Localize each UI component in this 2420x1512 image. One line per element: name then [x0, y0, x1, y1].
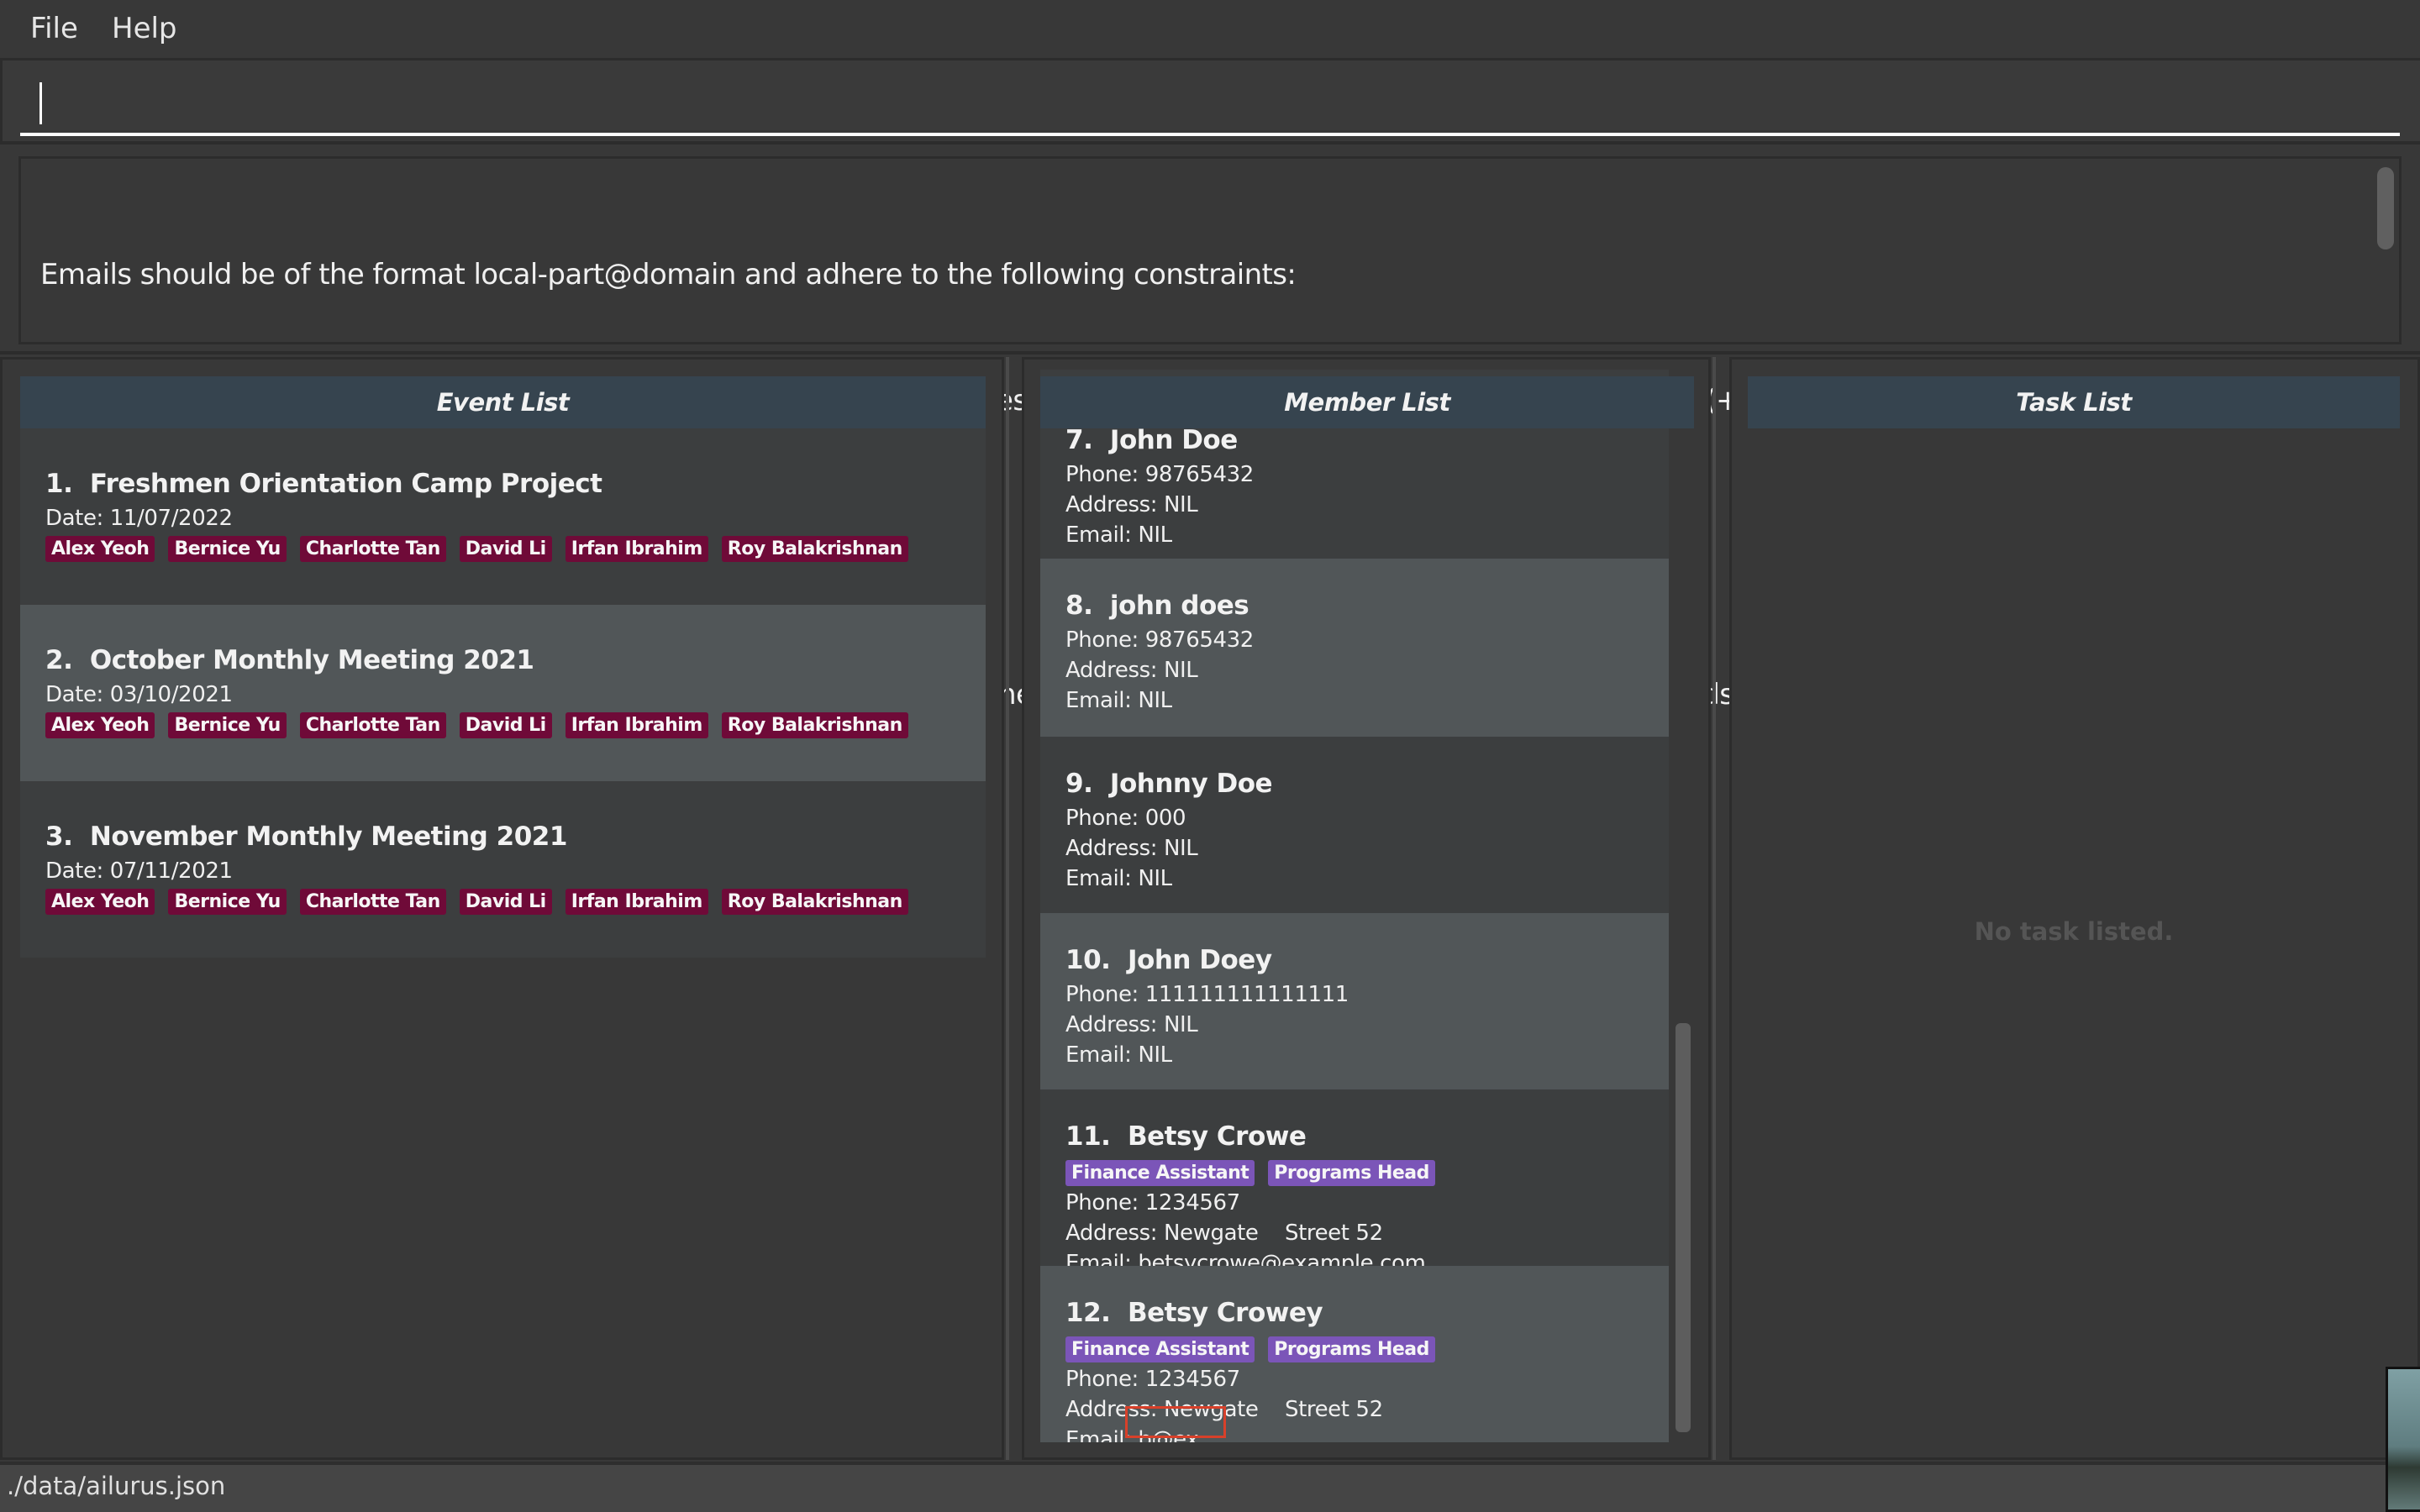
participant-tag: David Li — [459, 889, 552, 915]
result-scrollbar-thumb[interactable] — [2377, 167, 2394, 249]
member-card[interactable]: 10. John Doey Phone: 111111111111111 Addre… — [1040, 913, 1669, 1089]
participant-tag: Roy Balakrishnan — [721, 712, 908, 738]
participant-tag: Alex Yeoh — [45, 889, 155, 915]
event-card[interactable]: 2. October Monthly Meeting 2021 Date: 03/… — [20, 605, 986, 781]
member-email: Email: NIL — [1065, 688, 1172, 713]
member-list-header: Member List — [1040, 376, 1694, 428]
participant-tag: David Li — [459, 536, 552, 562]
member-address: Address: NIL — [1065, 1012, 1198, 1037]
member-card[interactable]: 8. john does Phone: 98765432 Address: NIL E… — [1040, 559, 1669, 737]
role-tag: Finance Assistant — [1065, 1160, 1255, 1186]
event-list-header: Event List — [20, 376, 986, 428]
role-tag: Programs Head — [1268, 1160, 1435, 1186]
window-preview-thumbnail[interactable] — [2386, 1367, 2420, 1512]
member-list-scrollbar-thumb[interactable] — [1676, 1023, 1691, 1432]
menu-help[interactable]: Help — [112, 12, 177, 45]
member-list: 7. John Doe Phone: 98765432 Address: NIL Em… — [1040, 370, 1669, 1442]
empty-task-message: No task listed. — [1974, 917, 2174, 946]
text-caret — [39, 82, 42, 124]
member-phone: Phone: 111111111111111 — [1065, 982, 1349, 1007]
panel-divider[interactable] — [1006, 357, 1009, 1460]
participant-tag: Bernice Yu — [168, 536, 287, 562]
task-list-panel — [1729, 357, 2420, 1460]
event-card[interactable]: 1. Freshmen Orientation Camp Project Date… — [20, 428, 986, 605]
member-card[interactable]: 9. Johnny Doe Phone: 000 Address: NIL Email… — [1040, 737, 1669, 913]
member-phone: Phone: 1234567 — [1065, 1190, 1240, 1215]
participant-tag: Charlotte Tan — [299, 712, 446, 738]
member-email: Email: NIL — [1065, 522, 1172, 548]
participant-tag: Irfan Ibrahim — [565, 536, 708, 562]
participant-tag: Bernice Yu — [168, 712, 287, 738]
member-name: 7. John Doe — [1065, 425, 1238, 455]
participant-tag: Alex Yeoh — [45, 712, 155, 738]
event-title: 2. October Monthly Meeting 2021 — [45, 645, 534, 675]
member-address: Address: Newgate Street 52 — [1065, 1221, 1383, 1246]
member-tags: Finance Assistant Programs Head — [1065, 1336, 1435, 1362]
result-line: Emails should be of the format local-par… — [40, 258, 1297, 291]
member-card[interactable]: 11. Betsy Crowe Finance Assistant Programs… — [1040, 1089, 1669, 1276]
member-tags: Finance Assistant Programs Head — [1065, 1160, 1435, 1186]
member-name: 9. Johnny Doe — [1065, 769, 1273, 799]
member-name: 12. Betsy Crowey — [1065, 1298, 1323, 1328]
event-date: Date: 11/07/2022 — [45, 506, 233, 531]
member-phone: Phone: 98765432 — [1065, 462, 1254, 487]
member-address: Address: NIL — [1065, 658, 1198, 683]
event-card[interactable]: 3. November Monthly Meeting 2021 Date: 07… — [20, 781, 986, 958]
participant-tag: Bernice Yu — [168, 889, 287, 915]
command-input[interactable] — [20, 71, 2400, 136]
member-phone: Phone: 000 — [1065, 806, 1186, 831]
member-phone: Phone: 1234567 — [1065, 1367, 1240, 1392]
member-phone: Phone: 98765432 — [1065, 627, 1254, 653]
participant-tag: Irfan Ibrahim — [565, 889, 708, 915]
participant-tag: Alex Yeoh — [45, 536, 155, 562]
member-name: 10. John Doey — [1065, 945, 1272, 975]
save-file-path: ./data/ailurus.json — [7, 1472, 226, 1500]
member-email: Email: NIL — [1065, 1042, 1172, 1068]
event-tags: Alex Yeoh Bernice Yu Charlotte Tan David Li… — [45, 536, 908, 562]
event-tags: Alex Yeoh Bernice Yu Charlotte Tan David Li… — [45, 889, 908, 915]
event-tags: Alex Yeoh Bernice Yu Charlotte Tan David Li… — [45, 712, 908, 738]
member-address: Address: NIL — [1065, 836, 1198, 861]
task-list-header: Task List — [1748, 376, 2400, 428]
participant-tag: Charlotte Tan — [299, 889, 446, 915]
invalid-email-highlight — [1125, 1406, 1226, 1438]
event-date: Date: 03/10/2021 — [45, 682, 233, 707]
role-tag: Programs Head — [1268, 1336, 1435, 1362]
member-address: Address: NIL — [1065, 492, 1198, 517]
event-date: Date: 07/11/2021 — [45, 858, 233, 884]
participant-tag: Roy Balakrishnan — [721, 889, 908, 915]
member-email: Email: NIL — [1065, 866, 1172, 891]
member-name: 11. Betsy Crowe — [1065, 1121, 1307, 1152]
panel-divider[interactable] — [1712, 357, 1716, 1460]
event-title: 1. Freshmen Orientation Camp Project — [45, 469, 602, 499]
participant-tag: Irfan Ibrahim — [565, 712, 708, 738]
participant-tag: David Li — [459, 712, 552, 738]
menu-bar: File Help — [0, 0, 2420, 60]
participant-tag: Charlotte Tan — [299, 536, 446, 562]
role-tag: Finance Assistant — [1065, 1336, 1255, 1362]
status-bar — [0, 1462, 2420, 1512]
menu-file[interactable]: File — [30, 12, 78, 45]
participant-tag: Roy Balakrishnan — [721, 536, 908, 562]
event-title: 3. November Monthly Meeting 2021 — [45, 822, 567, 852]
member-name: 8. john does — [1065, 591, 1249, 621]
